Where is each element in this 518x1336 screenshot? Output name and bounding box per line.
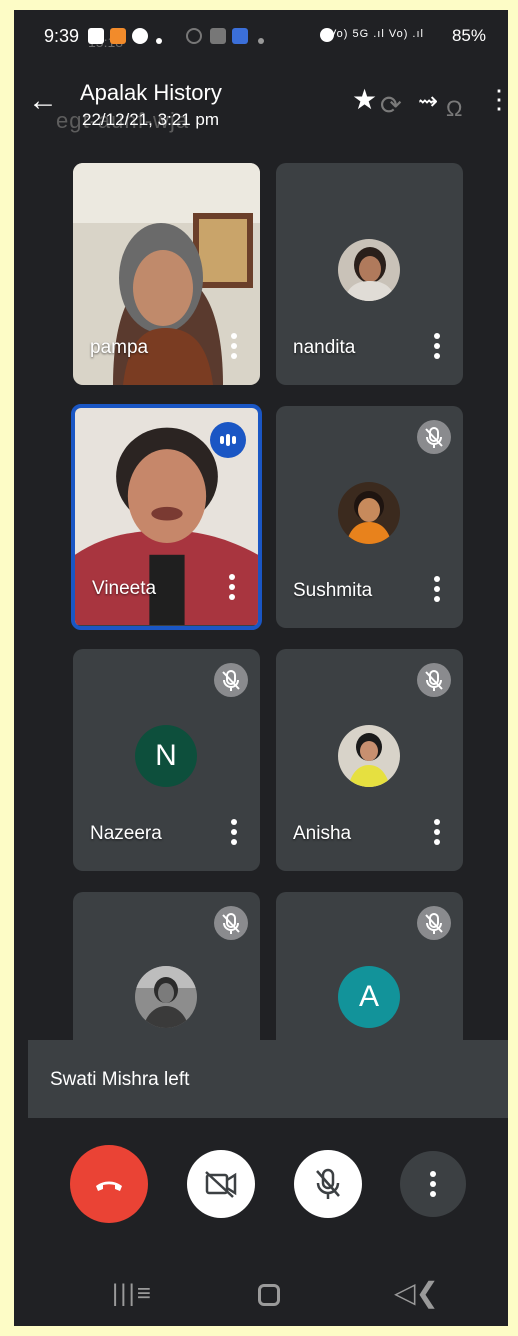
participant-avatar	[338, 482, 400, 544]
mic-off-icon	[214, 906, 248, 940]
battery-level: 85%	[451, 26, 486, 45]
participant-tile[interactable]: Sushmita	[276, 406, 463, 628]
participant-tile[interactable]: nandita	[276, 163, 463, 385]
participant-avatar: A	[338, 966, 400, 1028]
more-vert-icon[interactable]	[431, 576, 443, 606]
participant-avatar	[338, 239, 400, 301]
whatsapp-icon	[186, 28, 202, 44]
more-vert-icon[interactable]	[228, 819, 240, 849]
more-vert-icon	[430, 1171, 436, 1197]
toast-message: Swati Mishra left	[50, 1069, 190, 1090]
play-icon	[132, 28, 148, 44]
participant-name: Sushmita	[293, 580, 373, 601]
end-call-button[interactable]	[70, 1145, 148, 1223]
video-off-icon	[205, 1171, 237, 1198]
participant-tile[interactable]: N Nazeera	[73, 649, 260, 871]
status-time: 9:39	[44, 26, 80, 46]
toggle-camera-button[interactable]	[187, 1150, 255, 1218]
mic-off-icon	[417, 906, 451, 940]
share-icon[interactable]: ⇝	[418, 90, 438, 114]
participant-name: pampa	[90, 337, 149, 358]
youtube-icon	[210, 28, 226, 44]
app-notification-icon	[110, 28, 126, 44]
participant-name: Anisha	[293, 823, 352, 844]
back-nav-icon[interactable]: ◁❮	[394, 1276, 439, 1309]
home-icon[interactable]	[258, 1284, 280, 1306]
more-vert-icon[interactable]	[226, 574, 238, 604]
switch-camera-icon[interactable]: ⟳	[380, 92, 402, 118]
mic-off-icon	[316, 1168, 340, 1199]
more-notifications-dot	[156, 38, 162, 44]
participant-tile[interactable]: pampa	[73, 163, 260, 385]
speaking-indicator-icon	[210, 422, 246, 458]
meeting-title: Apalak History	[80, 80, 222, 105]
more-vert-icon[interactable]: ⋮	[486, 86, 508, 112]
participant-avatar	[135, 966, 197, 1028]
headphones-icon[interactable]: Ω	[446, 98, 462, 120]
participant-name: Vineeta	[92, 578, 157, 599]
participant-name: nandita	[293, 337, 356, 358]
participant-avatar	[338, 725, 400, 787]
mic-off-icon	[417, 663, 451, 697]
notification-toast: Swati Mishra left	[28, 1040, 508, 1118]
participant-tile[interactable]: Vineeta	[71, 404, 262, 630]
star-icon[interactable]: ★	[352, 86, 377, 114]
gallery-icon	[88, 28, 104, 44]
more-vert-icon[interactable]	[431, 819, 443, 849]
participant-avatar: N	[135, 725, 197, 787]
hang-up-icon	[96, 1181, 122, 1191]
more-vert-icon[interactable]	[228, 333, 240, 363]
more-options-button[interactable]	[400, 1151, 466, 1217]
more-vert-icon[interactable]	[431, 333, 443, 363]
more-notifications-dot-2	[258, 38, 264, 44]
phone-screen: 9:39 15:18 Vo) 5G .ıl Vo) .ıl 85% egt-au…	[14, 10, 508, 1326]
mic-off-icon	[417, 420, 451, 454]
meeting-header: egt-aunf-wja ← Apalak History 22/12/21, …	[14, 72, 508, 140]
toggle-mic-button[interactable]	[294, 1150, 362, 1218]
mic-off-icon	[214, 663, 248, 697]
avatar-initial: N	[155, 739, 177, 772]
status-bar: 9:39 15:18 Vo) 5G .ıl Vo) .ıl 85%	[14, 10, 508, 62]
app-icon	[232, 28, 248, 44]
back-arrow-icon[interactable]: ←	[28, 84, 58, 118]
system-nav-bar: |||≡ ◁❮	[14, 1260, 508, 1326]
meeting-date: 22/12/21, 3:21 pm	[82, 110, 220, 129]
signal-indicator: Vo) 5G .ıl Vo) .ıl	[328, 28, 424, 40]
participant-tile[interactable]: Anisha	[276, 649, 463, 871]
recent-apps-icon[interactable]: |||≡	[112, 1280, 153, 1308]
participant-name: Nazeera	[90, 823, 162, 844]
avatar-initial: A	[358, 980, 379, 1013]
